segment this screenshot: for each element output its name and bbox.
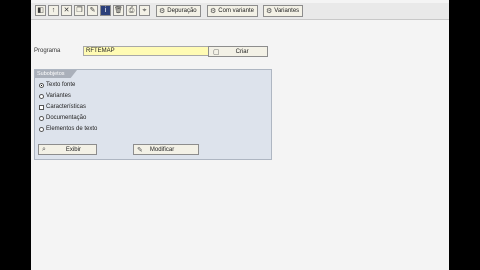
display-label: Exibir (65, 146, 81, 153)
execute-with-variant-button[interactable]: ⚙ Com variante (207, 5, 258, 17)
option-documentation-label: Documentação (46, 115, 87, 121)
radio-source-text[interactable] (39, 82, 44, 88)
display-button[interactable]: ⌕ Exibir (38, 144, 97, 155)
option-variants-label: Variantes (46, 93, 71, 99)
program-input[interactable]: RFTEMAP (83, 46, 223, 56)
back-icon[interactable]: ◧ (35, 5, 46, 16)
variants-button[interactable]: ⚙ Variantes (263, 5, 304, 17)
pencil-icon: ✎ (137, 146, 143, 154)
option-attributes-label: Características (46, 104, 87, 110)
variants-icon: ⚙ (266, 8, 273, 15)
rename-icon[interactable]: ✎ (87, 5, 98, 16)
option-variants[interactable]: Variantes (39, 93, 71, 99)
create-icon: ▢ (213, 48, 220, 56)
sap-screen: ◧ ↑ ✕ ❐ ✎ i 🗑 ⎙ ⌖ ⚙ Depuração ⚙ Com vari… (31, 0, 449, 270)
subobjects-group: Subobjetos Texto fonte Variantes Caracte… (34, 69, 272, 160)
variant-exec-icon: ⚙ (210, 8, 217, 15)
copy-icon[interactable]: ❐ (74, 5, 85, 16)
debug-icon: ⚙ (159, 8, 166, 15)
radio-documentation[interactable] (39, 115, 44, 121)
debug-button[interactable]: ⚙ Depuração (156, 5, 201, 17)
modify-button[interactable]: ✎ Modificar (133, 144, 199, 155)
radio-text-elements[interactable] (39, 126, 44, 132)
radio-variants[interactable] (39, 93, 44, 99)
variants-label: Variantes (274, 8, 300, 14)
group-title: Subobjetos (35, 70, 77, 78)
create-label: Criar (235, 48, 249, 55)
option-text-elements-label: Elementos de texto (46, 126, 98, 132)
application-toolbar: ◧ ↑ ✕ ❐ ✎ i 🗑 ⎙ ⌖ ⚙ Depuração ⚙ Com vari… (31, 3, 449, 20)
cancel-icon[interactable]: ✕ (61, 5, 72, 16)
checkbox-attributes[interactable] (39, 104, 44, 110)
option-documentation[interactable]: Documentação (39, 115, 86, 121)
where-used-icon[interactable]: ⌖ (139, 5, 150, 16)
info-icon[interactable]: i (100, 5, 111, 16)
option-source-text-label: Texto fonte (46, 82, 76, 88)
display-icon: ⌕ (42, 145, 46, 153)
debug-label: Depuração (167, 8, 197, 14)
option-text-elements[interactable]: Elementos de texto (39, 126, 97, 132)
create-button[interactable]: ▢ Criar (208, 46, 268, 57)
option-attributes[interactable]: Características (39, 104, 86, 110)
modify-label: Modificar (149, 146, 175, 153)
print-icon[interactable]: ⎙ (126, 5, 137, 16)
exit-icon[interactable]: ↑ (48, 5, 59, 16)
delete-icon[interactable]: 🗑 (113, 5, 124, 16)
option-source-text[interactable]: Texto fonte (39, 82, 75, 88)
program-label: Programa (34, 48, 61, 54)
execute-with-variant-label: Com variante (218, 8, 254, 14)
